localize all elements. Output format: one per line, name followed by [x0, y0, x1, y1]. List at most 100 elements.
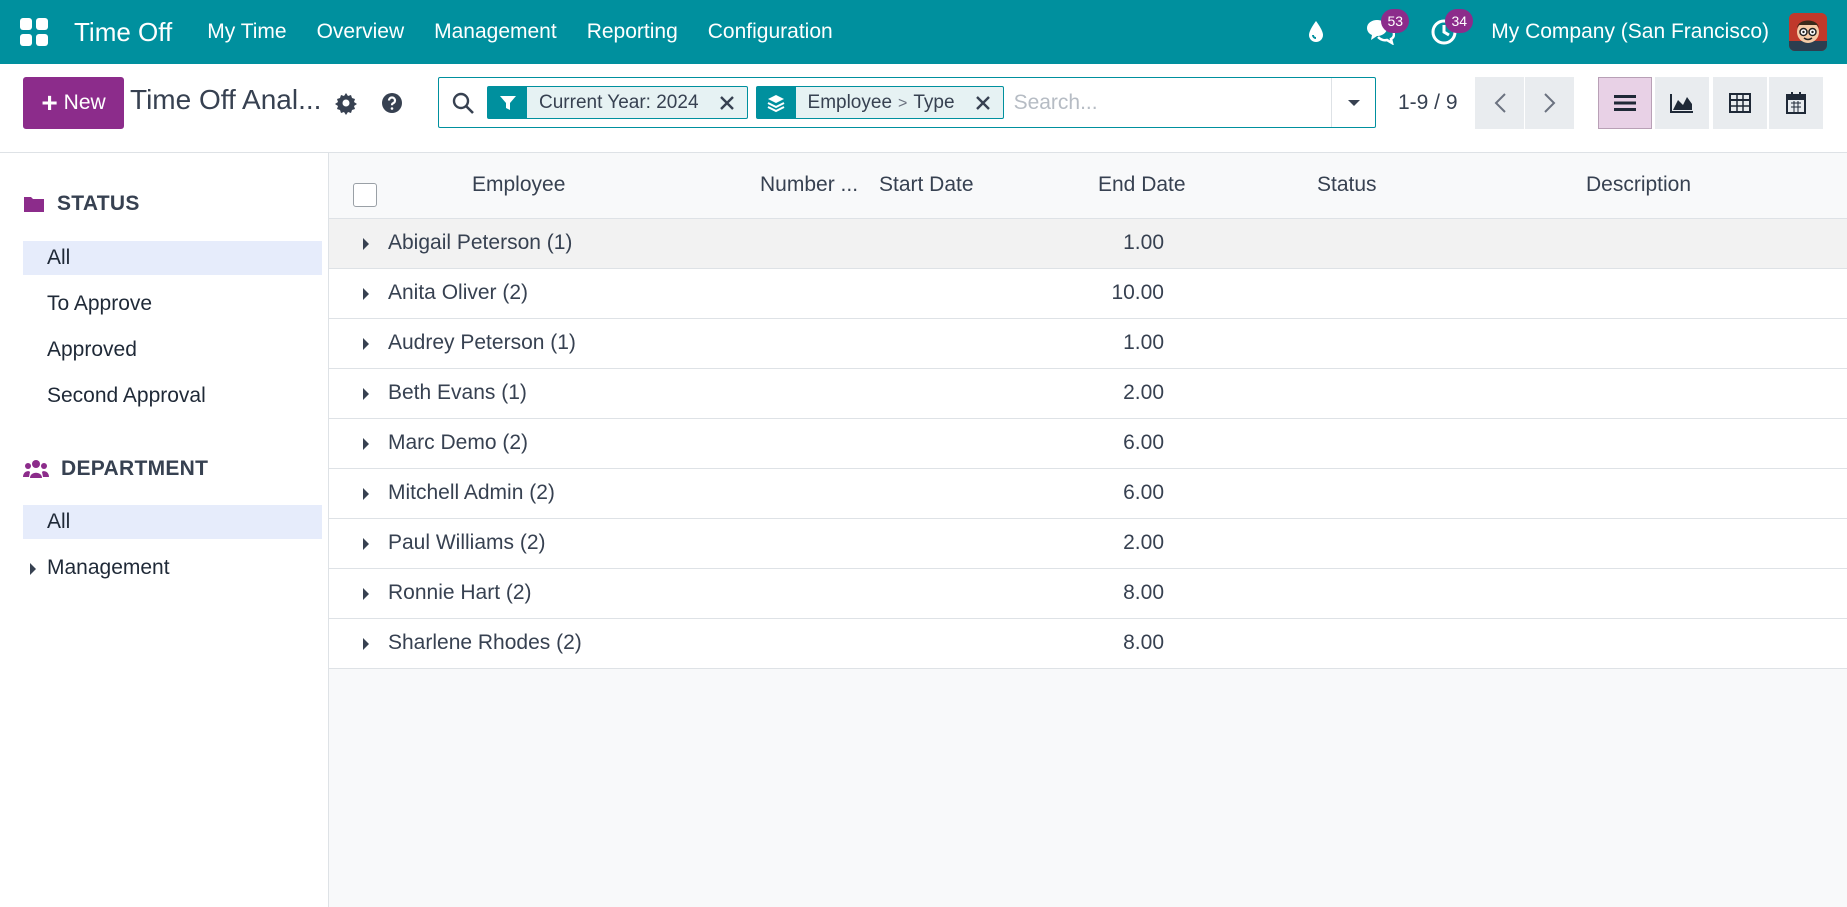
close-icon[interactable]: [713, 87, 741, 118]
group-row[interactable]: Paul Williams (2) 2.00: [329, 519, 1847, 569]
select-all-checkbox[interactable]: [353, 183, 377, 207]
status-section-heading: STATUS: [23, 192, 140, 216]
users-icon: [23, 460, 49, 478]
groupby-separator: >: [898, 94, 908, 112]
list-view-button[interactable]: [1598, 77, 1652, 129]
group-row[interactable]: Mitchell Admin (2) 6.00: [329, 469, 1847, 519]
column-number[interactable]: Number ...: [760, 173, 858, 197]
group-row[interactable]: Sharlene Rhodes (2) 8.00: [329, 619, 1847, 669]
menu-my-time[interactable]: My Time: [192, 20, 301, 44]
department-heading-label: DEPARTMENT: [61, 457, 209, 480]
group-row[interactable]: Ronnie Hart (2) 8.00: [329, 569, 1847, 619]
layers-icon: [756, 87, 796, 118]
page-title: Time Off Anal...: [130, 84, 322, 115]
list-view: Employee Number ... Start Date End Date …: [329, 153, 1847, 907]
control-panel: + New Time Off Anal... Current Year: 2024…: [0, 64, 1847, 153]
group-number: 1.00: [1123, 331, 1164, 354]
caret-right-icon: [363, 288, 369, 300]
group-row[interactable]: Marc Demo (2) 6.00: [329, 419, 1847, 469]
search-bar: Current Year: 2024 Employee > Type: [438, 77, 1376, 128]
group-number: 2.00: [1123, 381, 1164, 404]
messages-badge: 53: [1381, 9, 1410, 33]
caret-right-icon: [363, 438, 369, 450]
search-panel-sidebar: STATUS All To Approve Approved Second Ap…: [0, 153, 329, 907]
group-name: Abigail Peterson (1): [388, 231, 573, 254]
company-switcher[interactable]: My Company (San Francisco): [1491, 20, 1769, 44]
caret-right-icon: [363, 388, 369, 400]
caret-right-icon: [363, 238, 369, 250]
graph-view-button[interactable]: [1655, 77, 1709, 129]
group-name: Anita Oliver (2): [388, 281, 529, 304]
search-icon[interactable]: [439, 78, 487, 127]
close-icon[interactable]: [969, 87, 997, 118]
pager-next-button[interactable]: [1525, 77, 1574, 129]
group-number: 2.00: [1123, 531, 1164, 554]
groupby-facet: Employee > Type: [755, 86, 1004, 119]
search-input[interactable]: [1011, 78, 1331, 127]
list-body: Abigail Peterson (1) 1.00 Anita Oliver (…: [329, 219, 1847, 669]
chevron-left-icon: [1494, 93, 1506, 113]
systray: 53 34 My Company (San Francisco): [1299, 0, 1847, 64]
department-filter-all[interactable]: All: [23, 505, 322, 539]
menu-configuration[interactable]: Configuration: [693, 20, 848, 44]
pager-value[interactable]: 1-9 / 9: [1398, 91, 1458, 115]
main-menu: My Time Overview Management Reporting Co…: [192, 20, 847, 44]
column-employee[interactable]: Employee: [472, 173, 565, 197]
table-icon: [1729, 93, 1751, 113]
apps-grid-icon[interactable]: [20, 18, 48, 46]
groupby-employee: Employee: [807, 91, 893, 113]
activities-badge: 34: [1445, 9, 1474, 33]
caret-right-icon[interactable]: [30, 563, 36, 575]
group-row[interactable]: Anita Oliver (2) 10.00: [329, 269, 1847, 319]
caret-right-icon: [363, 338, 369, 350]
group-row[interactable]: Beth Evans (1) 2.00: [329, 369, 1847, 419]
column-start-date[interactable]: Start Date: [879, 173, 974, 197]
group-number: 8.00: [1123, 581, 1164, 604]
status-heading-label: STATUS: [57, 192, 140, 215]
group-number: 6.00: [1123, 431, 1164, 454]
group-name: Sharlene Rhodes (2): [388, 631, 582, 654]
filter-facet-label: Current Year: 2024: [539, 91, 699, 113]
clock-activity-icon[interactable]: 34: [1427, 9, 1474, 49]
user-avatar[interactable]: [1789, 13, 1827, 51]
area-chart-icon: [1670, 94, 1693, 113]
group-row[interactable]: Audrey Peterson (1) 1.00: [329, 319, 1847, 369]
group-name: Paul Williams (2): [388, 531, 546, 554]
list-icon: [1614, 95, 1636, 111]
group-name: Audrey Peterson (1): [388, 331, 576, 354]
menu-reporting[interactable]: Reporting: [572, 20, 693, 44]
column-status[interactable]: Status: [1317, 173, 1377, 197]
app-title[interactable]: Time Off: [74, 17, 172, 48]
chevron-right-icon: [1543, 93, 1555, 113]
department-filter-management[interactable]: Management: [23, 551, 322, 585]
filter-facet: Current Year: 2024: [487, 86, 748, 119]
chevron-down-icon[interactable]: [1331, 78, 1375, 127]
help-icon[interactable]: [380, 91, 404, 115]
pivot-view-button[interactable]: [1713, 77, 1767, 129]
group-name: Mitchell Admin (2): [388, 481, 555, 504]
gear-icon[interactable]: [334, 91, 358, 115]
column-end-date[interactable]: End Date: [1098, 173, 1186, 197]
status-filter-all[interactable]: All: [23, 241, 322, 275]
menu-management[interactable]: Management: [419, 20, 572, 44]
group-number: 10.00: [1111, 281, 1164, 304]
caret-right-icon: [363, 588, 369, 600]
status-filter-to-approve[interactable]: To Approve: [23, 287, 322, 321]
pager-previous-button[interactable]: [1475, 77, 1524, 129]
calendar-view-button[interactable]: [1769, 77, 1823, 129]
water-drop-icon[interactable]: [1299, 15, 1333, 49]
status-filter-approved[interactable]: Approved: [23, 333, 322, 367]
group-name: Beth Evans (1): [388, 381, 527, 404]
group-row[interactable]: Abigail Peterson (1) 1.00: [329, 219, 1847, 269]
group-number: 6.00: [1123, 481, 1164, 504]
chat-icon[interactable]: 53: [1363, 9, 1410, 49]
column-description[interactable]: Description: [1586, 173, 1691, 197]
new-button[interactable]: + New: [23, 77, 124, 129]
caret-right-icon: [363, 638, 369, 650]
caret-right-icon: [363, 488, 369, 500]
menu-overview[interactable]: Overview: [302, 20, 420, 44]
folder-icon: [24, 197, 44, 212]
new-button-label: New: [63, 91, 106, 114]
group-name: Ronnie Hart (2): [388, 581, 532, 604]
status-filter-second-approval[interactable]: Second Approval: [23, 379, 322, 413]
